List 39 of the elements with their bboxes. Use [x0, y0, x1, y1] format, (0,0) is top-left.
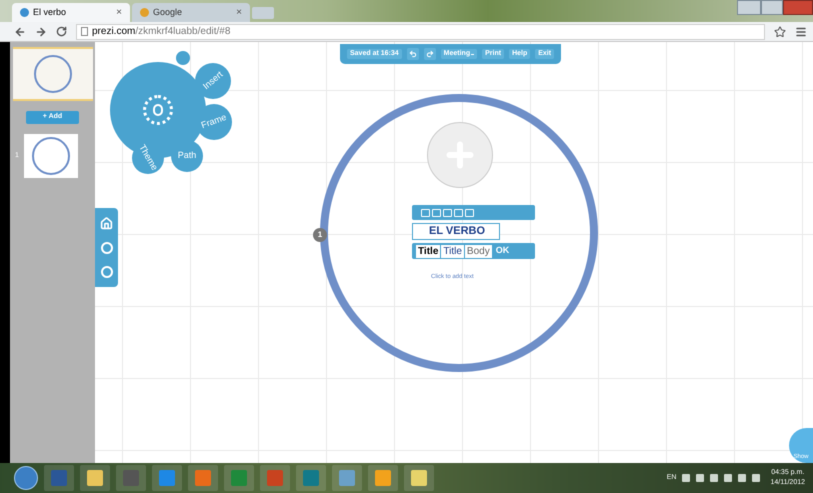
- slide-thumbnail[interactable]: [24, 134, 78, 178]
- close-button[interactable]: [783, 0, 813, 15]
- forward-icon[interactable]: [35, 26, 47, 38]
- ok-button[interactable]: OK: [496, 244, 510, 258]
- taskbar-app-icon[interactable]: [80, 465, 110, 491]
- url-field[interactable]: prezi.com/zkmkrf4luabb/edit/#8: [76, 24, 765, 40]
- circle-frame-icon: [34, 55, 72, 93]
- tab-close-button[interactable]: ×: [236, 5, 242, 20]
- redo-icon[interactable]: [424, 48, 436, 60]
- url-text: prezi.com/zkmkrf4luabb/edit/#8: [92, 25, 230, 39]
- minimize-button[interactable]: [737, 0, 761, 15]
- style-option[interactable]: Title: [441, 244, 464, 258]
- tab-title: El verbo: [33, 6, 68, 19]
- slide-thumbnail[interactable]: [13, 47, 93, 101]
- circle-frame-icon: [32, 137, 70, 175]
- menu-icon[interactable]: [795, 26, 807, 38]
- text-input-field[interactable]: EL VERBO: [412, 223, 500, 240]
- back-icon[interactable]: [14, 26, 26, 38]
- taskbar-app-icon[interactable]: [368, 465, 398, 491]
- taskbar-app-icon[interactable]: [332, 465, 362, 491]
- start-button[interactable]: [14, 466, 38, 490]
- home-icon[interactable]: [100, 217, 113, 230]
- taskbar-app-icon[interactable]: [152, 465, 182, 491]
- browser-tab[interactable]: Google ×: [132, 3, 250, 22]
- star-icon[interactable]: [774, 26, 786, 38]
- tab-title: Google: [153, 6, 184, 19]
- path-number-badge[interactable]: 1: [313, 228, 327, 242]
- reload-icon[interactable]: [56, 26, 67, 37]
- taskbar-app-icon[interactable]: [404, 465, 434, 491]
- style-option[interactable]: Title: [416, 244, 440, 258]
- prezi-logo-icon: [143, 95, 173, 125]
- tab-close-button[interactable]: ×: [116, 5, 122, 20]
- maximize-button[interactable]: [761, 0, 783, 15]
- undo-icon[interactable]: [406, 48, 419, 60]
- taskbar-app-icon[interactable]: [188, 465, 218, 491]
- bubble-menu-item[interactable]: Path: [171, 140, 203, 172]
- browser-tab[interactable]: El verbo ×: [12, 3, 130, 22]
- style-option[interactable]: Body: [464, 244, 492, 258]
- page-icon: [81, 27, 88, 36]
